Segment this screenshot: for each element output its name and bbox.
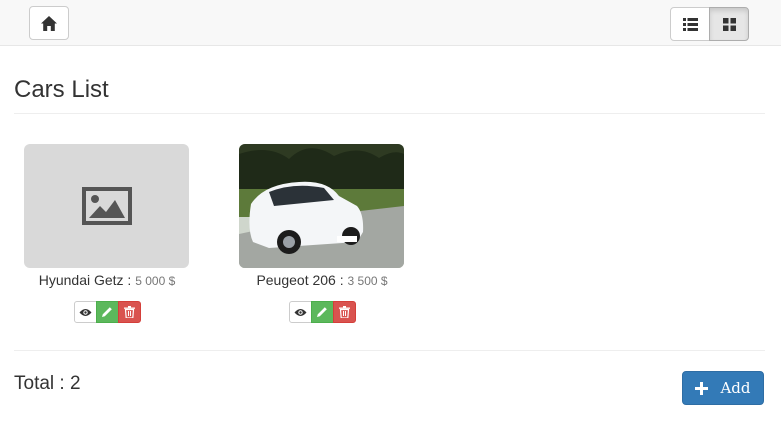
view-button[interactable] xyxy=(288,301,312,323)
car-actions xyxy=(24,301,190,323)
view-toggle-group xyxy=(670,7,749,41)
delete-button[interactable] xyxy=(332,301,356,323)
grid-icon xyxy=(722,17,736,31)
car-name: Hyundai Getz xyxy=(38,272,124,288)
car-thumbnail[interactable] xyxy=(239,144,404,268)
trash-icon xyxy=(123,306,135,318)
title-divider xyxy=(14,113,765,114)
add-button[interactable]: Add xyxy=(682,371,764,405)
eye-icon xyxy=(294,308,306,316)
home-icon xyxy=(41,15,57,31)
caption-separator: : xyxy=(335,272,348,288)
top-navbar xyxy=(0,0,781,46)
caption-separator: : xyxy=(123,272,136,288)
car-caption: Peugeot 206 : 3 500 $ xyxy=(239,270,405,291)
eye-icon xyxy=(79,308,91,316)
grid-view-button[interactable] xyxy=(709,7,749,41)
car-name: Peugeot 206 xyxy=(256,272,336,288)
view-button[interactable] xyxy=(73,301,97,323)
car-card: Hyundai Getz : 5 000 $ xyxy=(24,144,190,323)
trash-icon xyxy=(338,306,350,318)
car-thumbnail[interactable] xyxy=(24,144,189,268)
car-caption: Hyundai Getz : 5 000 $ xyxy=(24,270,190,291)
total-count: Total : 2 xyxy=(14,373,81,394)
footer-divider xyxy=(14,350,765,351)
list-icon xyxy=(682,17,698,31)
car-actions xyxy=(239,301,405,323)
plus-icon xyxy=(695,381,709,395)
home-button[interactable] xyxy=(29,6,69,40)
add-button-label: Add xyxy=(720,379,751,397)
car-price: 5 000 $ xyxy=(135,274,176,288)
placeholder-image-icon xyxy=(81,187,132,225)
delete-button[interactable] xyxy=(117,301,141,323)
edit-button[interactable] xyxy=(95,301,119,323)
car-price: 3 500 $ xyxy=(347,274,388,288)
car-photo xyxy=(239,144,404,268)
pencil-icon xyxy=(317,307,327,317)
list-view-button[interactable] xyxy=(670,7,710,41)
page-title: Cars List xyxy=(14,76,109,103)
pencil-icon xyxy=(102,307,112,317)
car-card: Peugeot 206 : 3 500 $ xyxy=(239,144,405,323)
edit-button[interactable] xyxy=(310,301,334,323)
